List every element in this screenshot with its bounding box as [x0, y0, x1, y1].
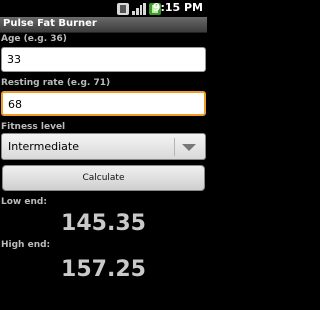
resting-rate-field[interactable] — [1, 91, 206, 116]
calculate-button[interactable]: Calculate — [2, 165, 205, 191]
age-input[interactable] — [2, 48, 205, 71]
high-end-label: High end: — [1, 240, 51, 250]
age-label: Age (e.g. 36) — [1, 34, 67, 44]
low-end-value: 145.35 — [61, 211, 146, 236]
resting-rate-input[interactable] — [3, 94, 204, 115]
sim-icon — [117, 2, 129, 15]
fitness-level-select[interactable]: Intermediate — [1, 133, 206, 160]
low-end-label: Low end: — [1, 197, 47, 207]
status-bar: 9:15 PM — [0, 0, 207, 17]
app-title-bar: Pulse Fat Burner — [0, 17, 207, 33]
fitness-level-value: Intermediate — [8, 140, 79, 153]
high-end-value: 157.25 — [61, 257, 146, 282]
app-title: Pulse Fat Burner — [3, 18, 97, 29]
chevron-down-icon — [182, 144, 196, 151]
age-field[interactable] — [1, 47, 206, 72]
signal-icon — [132, 2, 146, 15]
status-time: 9:15 PM — [152, 1, 203, 14]
select-divider — [174, 138, 175, 156]
fitness-level-label: Fitness level — [1, 122, 66, 132]
resting-rate-label: Resting rate (e.g. 71) — [1, 78, 111, 88]
